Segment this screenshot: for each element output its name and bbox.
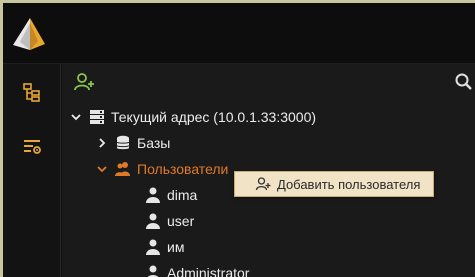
tree-node-label: Текущий адрес (10.0.1.33:3000) xyxy=(111,109,317,125)
left-rail xyxy=(3,64,61,277)
tree-node-label: Administrator xyxy=(167,265,250,277)
user-icon xyxy=(144,238,162,256)
tree-node-user[interactable]: им xyxy=(62,234,475,260)
tree-node-label: Базы xyxy=(137,135,171,151)
add-user-icon xyxy=(255,176,271,192)
database-icon xyxy=(114,134,132,152)
tree-node-user[interactable]: user xyxy=(62,208,475,234)
user-icon xyxy=(144,186,162,204)
context-menu-item-label: Добавить пользователя xyxy=(277,176,421,192)
top-bar xyxy=(3,3,475,64)
app-window: Текущий адрес (10.0.1.33:3000) Базы Поль… xyxy=(3,3,475,277)
user-icon xyxy=(144,264,162,277)
chevron-down-icon[interactable] xyxy=(96,163,108,175)
chevron-right-icon[interactable] xyxy=(96,137,108,149)
users-group-icon xyxy=(114,160,132,178)
tree-node-label: им xyxy=(167,239,185,255)
chevron-down-icon[interactable] xyxy=(70,111,82,123)
tree-node-label: dima xyxy=(167,187,198,203)
tree-node-label: Пользователи xyxy=(137,161,229,177)
app-logo-icon[interactable] xyxy=(11,17,47,51)
tree-node-root[interactable]: Текущий адрес (10.0.1.33:3000) xyxy=(62,104,475,130)
tree-node-label: user xyxy=(167,213,195,229)
tree-icon[interactable] xyxy=(21,81,43,103)
server-icon xyxy=(88,108,106,126)
tree-toolbar xyxy=(62,64,475,100)
user-icon xyxy=(144,212,162,230)
search-icon[interactable] xyxy=(453,71,475,93)
tree-node-databases[interactable]: Базы xyxy=(62,130,475,156)
filter-settings-icon[interactable] xyxy=(21,135,43,157)
add-user-icon[interactable] xyxy=(73,71,95,93)
context-menu-add-user[interactable]: Добавить пользователя xyxy=(234,171,434,197)
tree-node-user[interactable]: Administrator xyxy=(62,260,475,277)
